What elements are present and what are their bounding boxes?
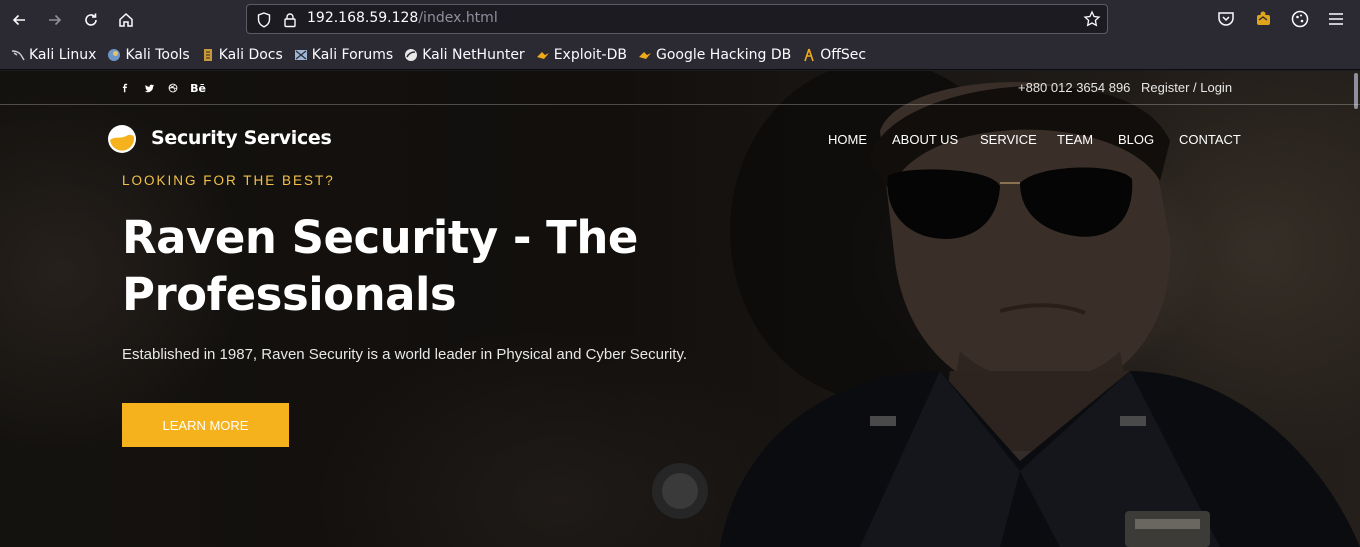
bookmark-label: Kali NetHunter bbox=[422, 46, 525, 63]
pocket-icon[interactable] bbox=[1216, 9, 1236, 29]
nav-contact[interactable]: CONTACT bbox=[1179, 132, 1241, 147]
bookmark-label: Kali Forums bbox=[311, 46, 394, 63]
home-button[interactable] bbox=[114, 8, 138, 32]
page-viewport: Bē +880 012 3654 896 Register / Login Se… bbox=[0, 71, 1360, 547]
nav-service[interactable]: SERVICE bbox=[980, 132, 1037, 147]
kali-forums-icon bbox=[294, 49, 307, 60]
nav-about-us[interactable]: ABOUT US bbox=[892, 132, 958, 147]
register-login-link[interactable]: Register / Login bbox=[1141, 80, 1232, 95]
exploit-db-icon bbox=[536, 51, 549, 59]
hero-headline: Raven Security - The Professionals bbox=[122, 211, 638, 321]
url-bar[interactable]: 192.168.59.128/index.html bbox=[246, 4, 1108, 34]
back-arrow-icon bbox=[12, 14, 25, 26]
url-host: 192.168.59.128 bbox=[307, 10, 419, 26]
reload-button[interactable] bbox=[79, 8, 103, 32]
kali-docs-icon bbox=[203, 48, 212, 61]
dribbble-icon[interactable] bbox=[166, 81, 180, 95]
bookmark-label: Exploit-DB bbox=[553, 46, 627, 63]
bookmark-label: Kali Tools bbox=[125, 46, 190, 63]
url-text[interactable]: 192.168.59.128/index.html bbox=[307, 10, 498, 26]
hero-subtitle: Established in 1987, Raven Security is a… bbox=[122, 346, 688, 363]
bookmark-exploit-db[interactable]: Exploit-DB bbox=[531, 43, 632, 67]
forward-arrow-icon bbox=[49, 14, 62, 26]
hero-eyebrow: LOOKING FOR THE BEST? bbox=[122, 173, 335, 188]
bookmark-kali-forums[interactable]: Kali Forums bbox=[289, 43, 398, 67]
nav-team[interactable]: TEAM bbox=[1057, 132, 1093, 147]
bookmark-offsec[interactable]: OffSec bbox=[797, 43, 871, 67]
forward-button[interactable] bbox=[43, 8, 67, 32]
lock-icon[interactable] bbox=[281, 11, 299, 29]
nethunter-icon bbox=[405, 48, 418, 61]
extension-puzzle-icon[interactable] bbox=[1254, 9, 1274, 29]
nav-home[interactable]: HOME bbox=[828, 132, 867, 147]
bookmark-label: Kali Docs bbox=[218, 46, 283, 63]
nav-blog[interactable]: BLOG bbox=[1118, 132, 1154, 147]
back-button[interactable] bbox=[7, 8, 31, 32]
bookmark-kali-docs[interactable]: Kali Docs bbox=[196, 43, 288, 67]
bookmark-star-icon[interactable] bbox=[1083, 10, 1101, 28]
bookmark-kali-linux[interactable]: Kali Linux bbox=[6, 43, 101, 67]
hamburger-menu-icon[interactable] bbox=[1326, 9, 1346, 29]
bookmark-label: Kali Linux bbox=[29, 46, 97, 63]
home-icon bbox=[119, 12, 133, 27]
url-path: /index.html bbox=[418, 10, 498, 26]
kali-dragon-icon bbox=[11, 49, 25, 60]
behance-icon[interactable]: Bē bbox=[190, 81, 206, 95]
bookmark-kali-tools[interactable]: Kali Tools bbox=[102, 43, 194, 67]
browser-toolbar: 192.168.59.128/index.html bbox=[0, 0, 1360, 40]
shield-icon[interactable] bbox=[255, 11, 273, 29]
reload-icon bbox=[85, 13, 97, 26]
cookie-icon[interactable] bbox=[1290, 9, 1310, 29]
bookmark-label: OffSec bbox=[820, 46, 867, 63]
learn-more-button[interactable]: LEARN MORE bbox=[122, 403, 289, 447]
ghdb-icon bbox=[638, 51, 651, 59]
logo-icon[interactable] bbox=[107, 124, 137, 154]
bookmark-google-hacking-db[interactable]: Google Hacking DB bbox=[633, 43, 796, 67]
bookmark-kali-nethunter[interactable]: Kali NetHunter bbox=[399, 43, 529, 67]
behance-label: Bē bbox=[190, 81, 206, 95]
site-brand[interactable]: Security Services bbox=[151, 127, 332, 149]
bookmark-label: Google Hacking DB bbox=[655, 46, 792, 63]
site-topbar: Bē +880 012 3654 896 Register / Login bbox=[0, 71, 1360, 105]
kali-tools-icon bbox=[108, 48, 121, 61]
facebook-icon[interactable] bbox=[118, 81, 132, 95]
phone-number: +880 012 3654 896 bbox=[1018, 80, 1131, 95]
twitter-icon[interactable] bbox=[142, 81, 156, 95]
offsec-icon bbox=[804, 48, 814, 61]
bookmarks-bar: Kali Linux Kali Tools Kali Docs Kali For… bbox=[0, 40, 1360, 70]
